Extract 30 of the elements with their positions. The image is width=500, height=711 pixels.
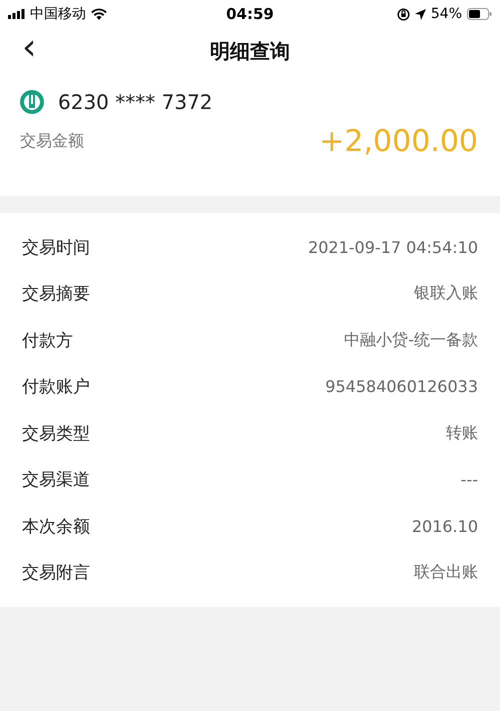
- detail-value: 中融小贷-统一备款: [344, 330, 478, 351]
- status-time: 04:59: [226, 5, 274, 23]
- page-title: 明细查询: [210, 38, 290, 64]
- detail-value: ---: [460, 470, 478, 490]
- detail-label: 付款账户: [22, 376, 90, 398]
- detail-label: 交易时间: [22, 236, 90, 259]
- detail-value: 954584060126033: [325, 377, 478, 396]
- detail-value: 转账: [446, 422, 478, 444]
- detail-label: 付款方: [22, 330, 73, 352]
- amount-label: 交易金额: [20, 131, 84, 152]
- detail-value: 2021-09-17 04:54:10: [308, 238, 478, 257]
- wifi-icon: [91, 8, 107, 20]
- back-button[interactable]: ‹: [22, 30, 36, 72]
- detail-label: 交易附言: [22, 562, 90, 584]
- amount-value: +2,000.00: [319, 124, 478, 159]
- bank-logo-icon: [20, 90, 44, 114]
- detail-label: 本次余额: [22, 516, 90, 538]
- detail-value: 2016.10: [412, 516, 478, 536]
- carrier-name: 中国移动: [30, 5, 86, 23]
- detail-label: 交易渠道: [22, 469, 90, 492]
- detail-value: 银联入账: [414, 283, 478, 304]
- detail-label: 交易摘要: [22, 283, 90, 306]
- battery-percent: 54%: [430, 6, 462, 22]
- detail-label: 交易类型: [22, 422, 90, 445]
- detail-value: 联合出账: [414, 562, 478, 584]
- signal-icon: [8, 9, 25, 19]
- account-number: 6230 **** 7372: [58, 90, 213, 114]
- location-icon: [414, 8, 426, 20]
- rotation-lock-icon: [396, 8, 410, 20]
- battery-icon: [467, 8, 492, 20]
